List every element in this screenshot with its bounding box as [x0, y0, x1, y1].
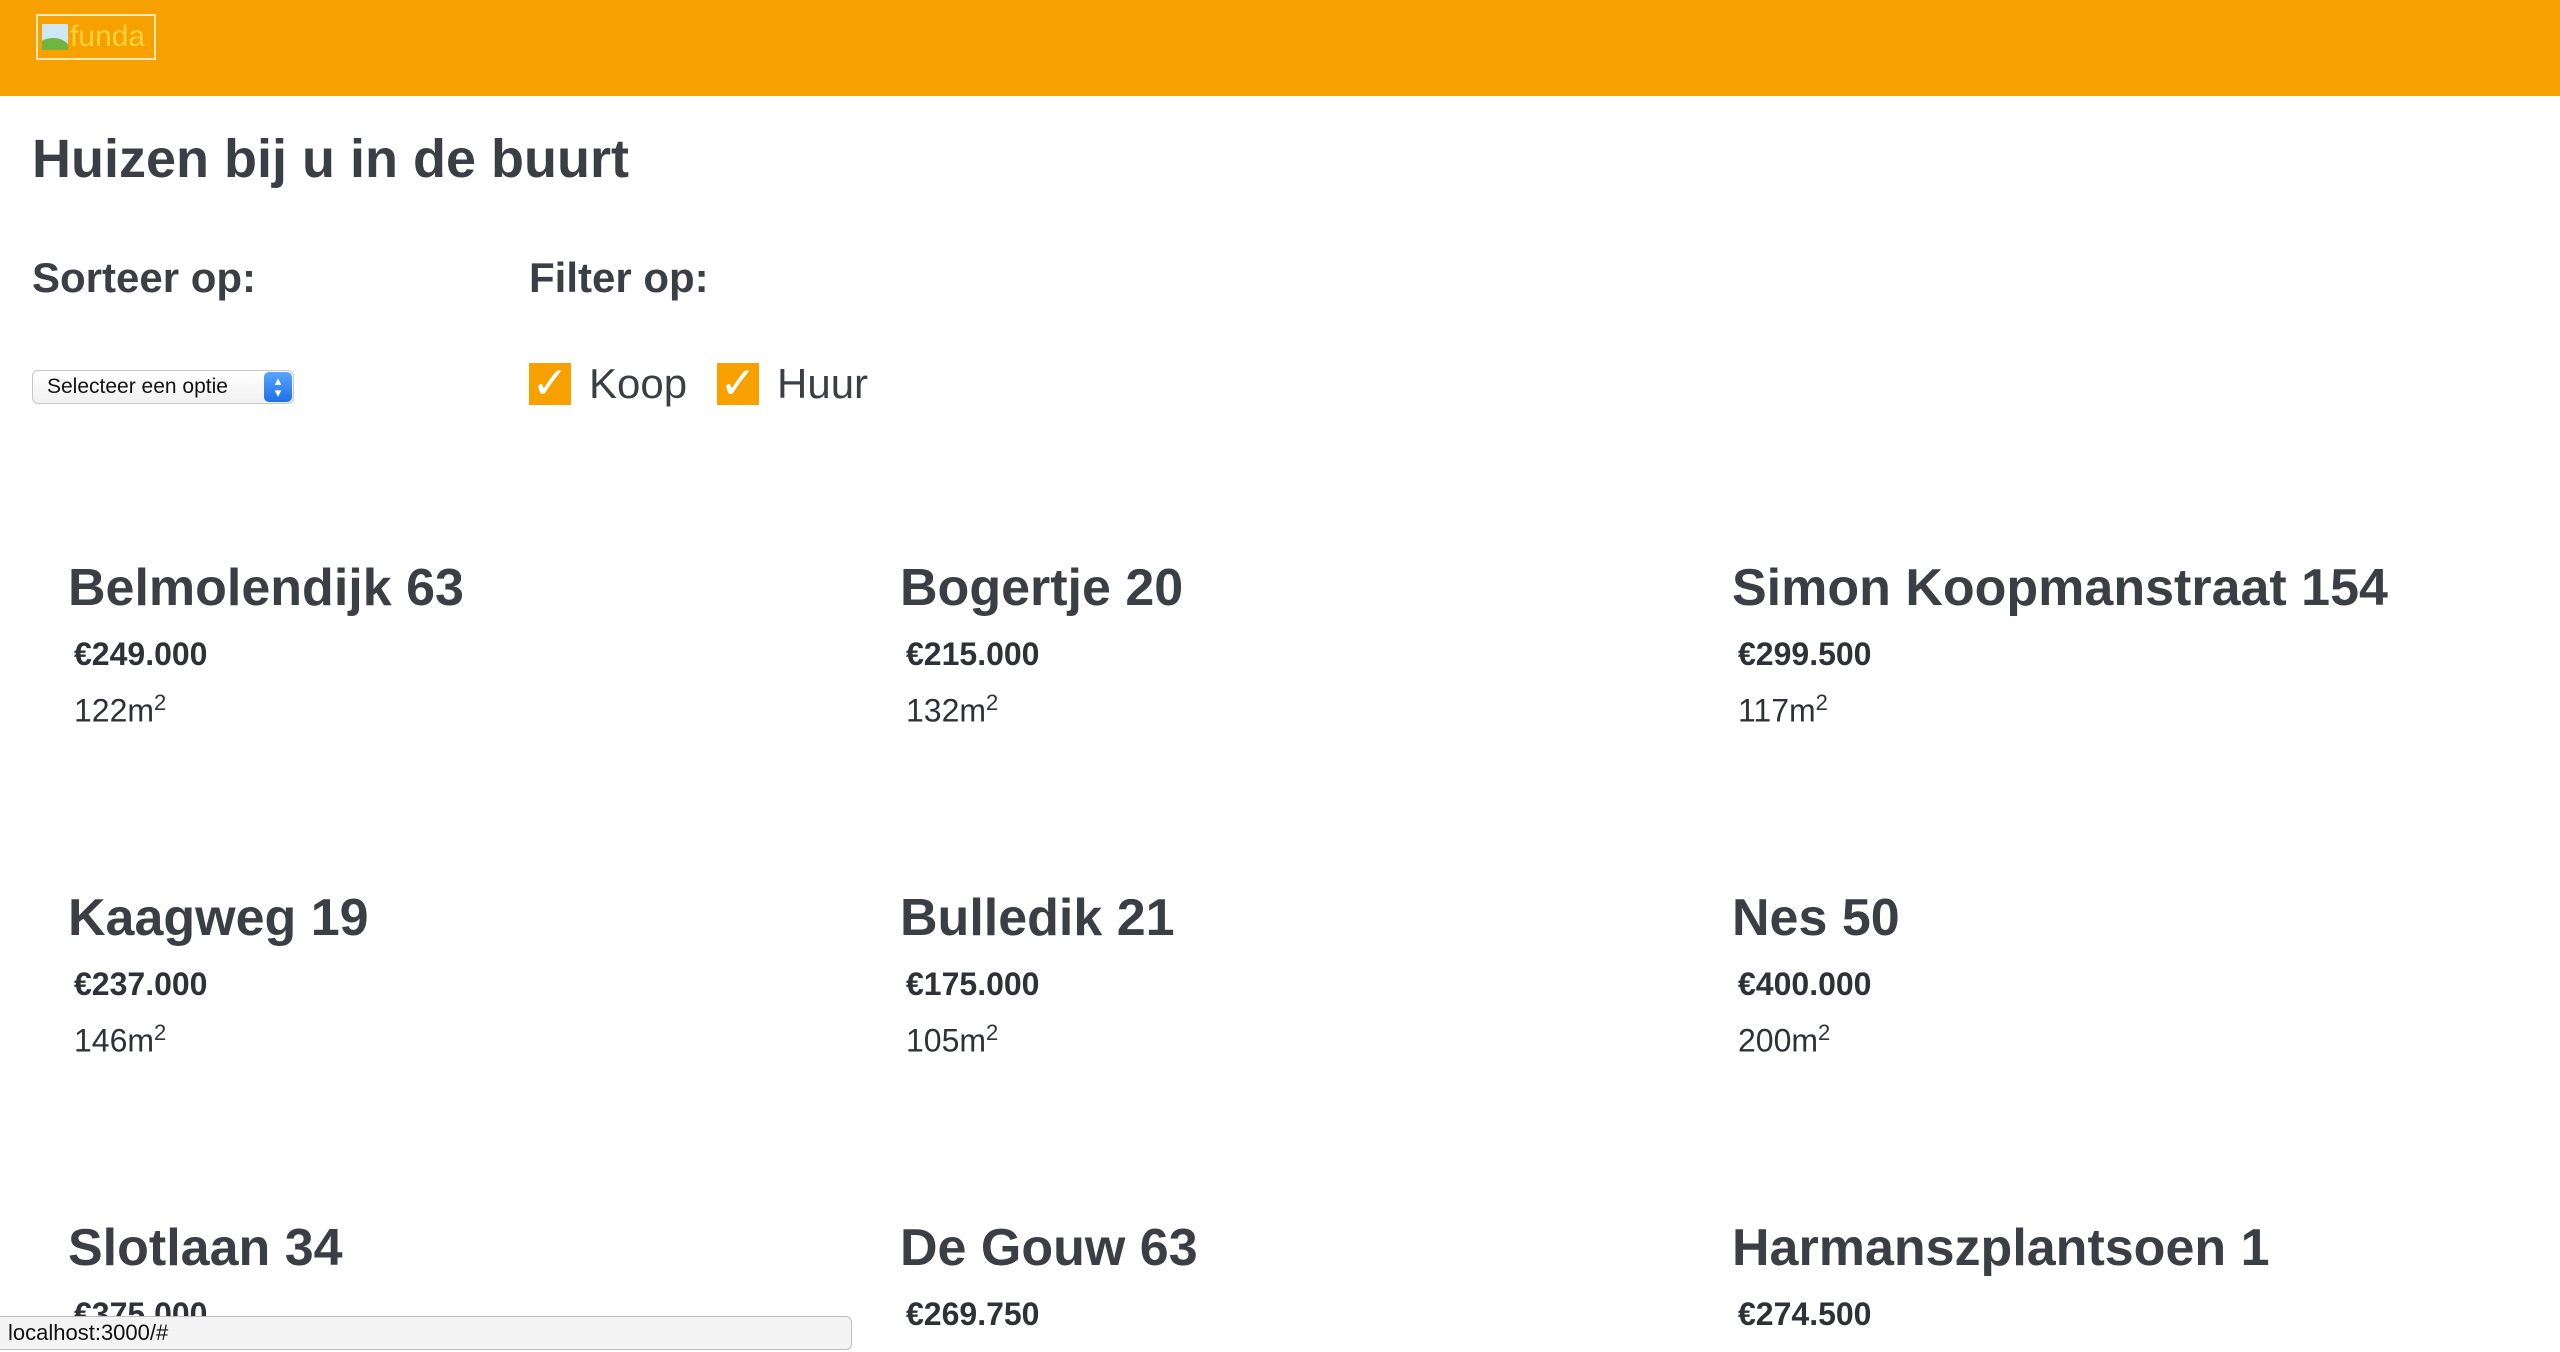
- top-bar: funda: [0, 0, 2560, 96]
- select-updown-icon: ▴ ▾: [264, 372, 292, 402]
- listing-card[interactable]: Nes 50 €400.000 200m2: [1732, 889, 2432, 1059]
- listing-card[interactable]: Bulledik 21 €175.000 105m2: [900, 889, 1600, 1059]
- listing-card[interactable]: Bogertje 20 €215.000 132m2: [900, 559, 1600, 729]
- listing-price: €400.000: [1738, 966, 1872, 1002]
- listing-area: 122m2: [74, 690, 167, 729]
- listing-price: €299.500: [1738, 636, 1872, 672]
- listing-street: De Gouw 63: [900, 1219, 1198, 1277]
- checkbox-checked-icon[interactable]: ✓: [717, 362, 759, 406]
- sort-select[interactable]: Selecteer een optie ▴ ▾: [32, 370, 294, 404]
- listing-street: Bulledik 21: [900, 889, 1175, 947]
- listing-price: €269.750: [906, 1296, 1040, 1332]
- listing-price: €237.000: [74, 966, 208, 1002]
- filter-koop[interactable]: ✓ Koop: [529, 360, 687, 408]
- listing-street: Simon Koopmanstraat 154: [1732, 559, 2388, 617]
- sort-label: Sorteer op:: [32, 254, 257, 301]
- listing-street: Bogertje 20: [900, 559, 1184, 617]
- status-bar-url: localhost:3000/#: [0, 1316, 852, 1350]
- listing-price: €249.000: [74, 636, 208, 672]
- listing-street: Harmanszplantsoen 1: [1732, 1219, 2270, 1277]
- page-title: Huizen bij u in de buurt: [32, 129, 629, 189]
- funda-logo[interactable]: funda: [36, 14, 156, 60]
- listing-street: Kaagweg 19: [68, 889, 369, 947]
- listing-area: 146m2: [74, 1020, 167, 1059]
- listing-price: €175.000: [906, 966, 1040, 1002]
- checkbox-checked-icon[interactable]: ✓: [529, 362, 571, 406]
- listing-price: €215.000: [906, 636, 1040, 672]
- listing-area: 132m2: [906, 690, 999, 729]
- listing-street: Slotlaan 34: [68, 1219, 343, 1277]
- listing-street: Nes 50: [1732, 889, 1900, 947]
- listing-street: Belmolendijk 63: [68, 559, 464, 617]
- listing-card[interactable]: De Gouw 63 €269.750: [900, 1219, 1600, 1332]
- listing-area: 105m2: [906, 1020, 999, 1059]
- filter-label: Filter op:: [529, 254, 709, 301]
- logo-alt-text: funda: [70, 20, 146, 53]
- filter-huur[interactable]: ✓ Huur: [717, 360, 868, 408]
- filter-koop-label: Koop: [589, 360, 688, 407]
- listing-area: 117m2: [1738, 690, 1828, 729]
- listing-area: 200m2: [1738, 1020, 1831, 1059]
- listing-card[interactable]: Kaagweg 19 €237.000 146m2: [68, 889, 768, 1059]
- filter-huur-label: Huur: [777, 360, 869, 407]
- sort-select-value: Selecteer een optie: [47, 375, 228, 398]
- listing-price: €274.500: [1738, 1296, 1872, 1332]
- listing-card[interactable]: Harmanszplantsoen 1 €274.500: [1732, 1219, 2432, 1332]
- listing-card[interactable]: Slotlaan 34 €375.000: [68, 1219, 768, 1332]
- listing-card[interactable]: Simon Koopmanstraat 154 €299.500 117m2: [1732, 559, 2432, 729]
- broken-image-icon: [42, 24, 68, 50]
- listing-card[interactable]: Belmolendijk 63 €249.000 122m2: [68, 559, 768, 729]
